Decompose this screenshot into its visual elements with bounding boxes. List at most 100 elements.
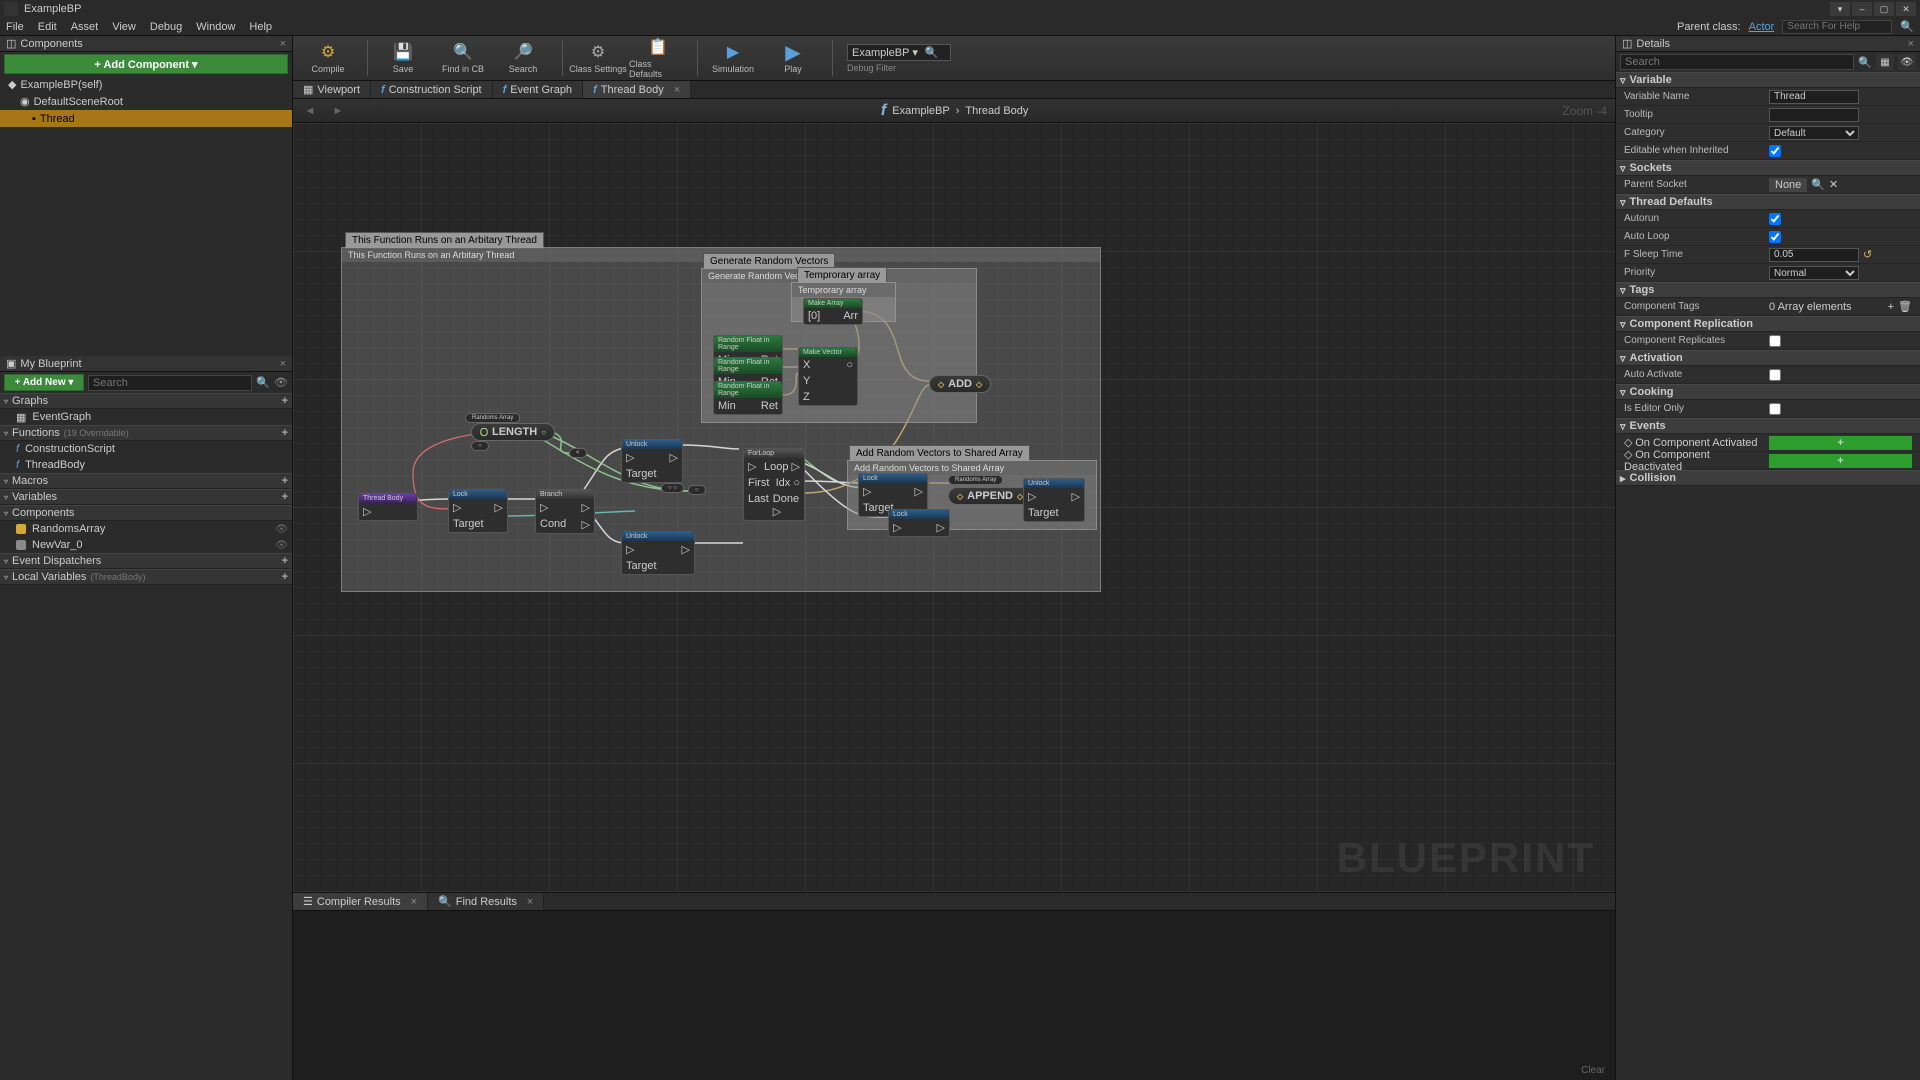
function-item-threadbody[interactable]: f ThreadBody [0, 457, 292, 473]
node-length[interactable]: 〇 LENGTH ○ [471, 423, 555, 441]
category-select[interactable]: Default [1769, 126, 1859, 140]
node-make-vector[interactable]: Make Vector X○ Y Z [798, 347, 858, 406]
autoloop-checkbox[interactable] [1769, 231, 1781, 243]
close-icon[interactable]: × [1908, 38, 1914, 50]
property-matrix-button[interactable]: ▦ [1876, 54, 1894, 70]
window-dropdown-button[interactable]: ▾ [1830, 2, 1850, 16]
breadcrumb-fn[interactable]: Thread Body [965, 105, 1028, 117]
add-new-button[interactable]: + Add New ▾ [4, 374, 84, 391]
menu-debug[interactable]: Debug [150, 21, 182, 33]
tab-find-results[interactable]: 🔍 Find Results × [428, 893, 544, 910]
tooltip-input[interactable] [1769, 108, 1859, 122]
eye-icon[interactable]: 👁 [275, 524, 288, 535]
toolbar-compile-button[interactable]: ⚙ Compile [299, 38, 357, 78]
node-var-ref2[interactable]: Randoms Array [948, 475, 1003, 485]
search-icon[interactable]: 🔍 [1858, 56, 1872, 69]
reset-icon[interactable]: ↺ [1863, 248, 1872, 261]
plus-icon[interactable]: + [282, 395, 288, 407]
section-tags[interactable]: ▿Tags [1616, 282, 1920, 298]
window-close-button[interactable]: ✕ [1896, 2, 1916, 16]
clear-button[interactable]: Clear [1581, 1065, 1605, 1076]
variable-name-input[interactable] [1769, 90, 1859, 104]
toolbar-findcb-button[interactable]: 🔍 Find in CB [434, 38, 492, 78]
blueprint-search-input[interactable] [88, 375, 252, 391]
node-thread-body[interactable]: Thread Body ▷ [358, 493, 418, 521]
eye-icon[interactable]: 👁 [275, 540, 288, 551]
section-sockets[interactable]: ▿Sockets [1616, 160, 1920, 176]
toolbar-search-button[interactable]: 🔎 Search [494, 38, 552, 78]
node-unlock3[interactable]: Unlock ▷▷ Target [1023, 478, 1085, 522]
graph-canvas[interactable]: BLUEPRINT [293, 123, 1615, 892]
section-variables[interactable]: ▿ Variables + [0, 489, 292, 505]
node-pin[interactable]: ○ [688, 485, 706, 495]
node-compare[interactable]: < [569, 448, 587, 458]
clear-icon[interactable]: ✕ [1829, 178, 1838, 191]
toolbar-class-settings-button[interactable]: ⚙ Class Settings [569, 38, 627, 78]
window-minimize-button[interactable]: – [1852, 2, 1872, 16]
add-event-button[interactable]: + [1769, 454, 1912, 468]
component-item-scene-root[interactable]: ◉ DefaultSceneRoot [0, 93, 292, 110]
help-search-input[interactable] [1782, 20, 1892, 34]
socket-value[interactable]: None [1769, 178, 1807, 192]
node-rand3[interactable]: Random Float in Range MinRet [713, 381, 783, 415]
section-graphs[interactable]: ▿ Graphs + [0, 393, 292, 409]
search-icon[interactable]: 🔍 [1811, 178, 1825, 191]
node-misc[interactable]: Lock ▷▷ [888, 509, 950, 537]
tab-construction-script[interactable]: f Construction Script [371, 81, 493, 98]
autoactivate-checkbox[interactable] [1769, 369, 1781, 381]
tab-thread-body[interactable]: f Thread Body × [583, 81, 691, 98]
section-cooking[interactable]: ▿Cooking [1616, 384, 1920, 400]
tab-viewport[interactable]: ▦ Viewport [293, 81, 371, 98]
section-collision[interactable]: ▸Collision [1616, 470, 1920, 486]
variable-item-randoms[interactable]: RandomsArray 👁 [0, 521, 292, 537]
node-branch[interactable]: Branch ▷▷ Cond▷ [535, 489, 595, 534]
breadcrumb-bp[interactable]: ExampleBP [892, 105, 949, 117]
section-activation[interactable]: ▿Activation [1616, 350, 1920, 366]
parent-class-link[interactable]: Actor [1749, 21, 1775, 33]
section-functions[interactable]: ▿ Functions (19 Overridable) + [0, 425, 292, 441]
plus-icon[interactable]: + [282, 427, 288, 439]
section-dispatchers[interactable]: ▿ Event Dispatchers + [0, 553, 292, 569]
section-thread-defaults[interactable]: ▿Thread Defaults [1616, 194, 1920, 210]
section-replication[interactable]: ▿Component Replication [1616, 316, 1920, 332]
close-icon[interactable]: × [280, 358, 286, 370]
eye-icon[interactable]: 👁 [1898, 54, 1916, 70]
variable-item-newvar[interactable]: NewVar_0 👁 [0, 537, 292, 553]
node-forloop[interactable]: ForLoop ▷Loop ▷ FirstIdx ○ LastDone ▷ [743, 448, 805, 521]
add-event-button[interactable]: + [1769, 436, 1912, 450]
menu-window[interactable]: Window [196, 21, 235, 33]
plus-icon[interactable]: + [282, 475, 288, 487]
section-events[interactable]: ▿Events [1616, 418, 1920, 434]
toolbar-simulation-button[interactable]: ▶ Simulation [704, 38, 762, 78]
search-icon[interactable]: 🔍 [256, 376, 270, 389]
close-icon[interactable]: × [674, 84, 680, 96]
node-add[interactable]: ◇ ADD ◇ [929, 375, 991, 393]
section-macros[interactable]: ▿ Macros + [0, 473, 292, 489]
graph-item-eventgraph[interactable]: ▦ EventGraph [0, 409, 292, 425]
add-component-button[interactable]: + Add Component ▾ [4, 54, 288, 74]
node-append[interactable]: ◇ APPEND ◇ [948, 487, 1032, 505]
close-icon[interactable]: × [411, 896, 417, 908]
toolbar-save-button[interactable]: 💾 Save [374, 38, 432, 78]
node-pin[interactable]: ○ ○ [661, 483, 684, 493]
plus-icon[interactable]: + [1888, 301, 1894, 313]
section-components-vars[interactable]: ▿ Components [0, 505, 292, 521]
tab-compiler-results[interactable]: ☰ Compiler Results × [293, 893, 428, 910]
toolbar-class-defaults-button[interactable]: 📋 Class Defaults [629, 38, 687, 78]
plus-icon[interactable]: + [282, 571, 288, 583]
section-variable[interactable]: ▿Variable [1616, 72, 1920, 88]
autorun-checkbox[interactable] [1769, 213, 1781, 225]
node-pin[interactable]: ○ [471, 441, 489, 451]
details-search-input[interactable] [1620, 54, 1854, 70]
plus-icon[interactable]: + [282, 491, 288, 503]
replicates-checkbox[interactable] [1769, 335, 1781, 347]
menu-edit[interactable]: Edit [38, 21, 57, 33]
node-var-randoms[interactable]: Randoms Array [465, 413, 520, 423]
section-locals[interactable]: ▿ Local Variables (ThreadBody) + [0, 569, 292, 585]
toolbar-play-button[interactable]: ▶ Play [764, 38, 822, 78]
node-unlock1[interactable]: Unlock ▷▷ Target [621, 439, 683, 483]
editable-checkbox[interactable] [1769, 145, 1781, 157]
node-lock[interactable]: Lock ▷▷ Target [448, 489, 508, 533]
menu-file[interactable]: File [6, 21, 24, 33]
plus-icon[interactable]: + [282, 555, 288, 567]
